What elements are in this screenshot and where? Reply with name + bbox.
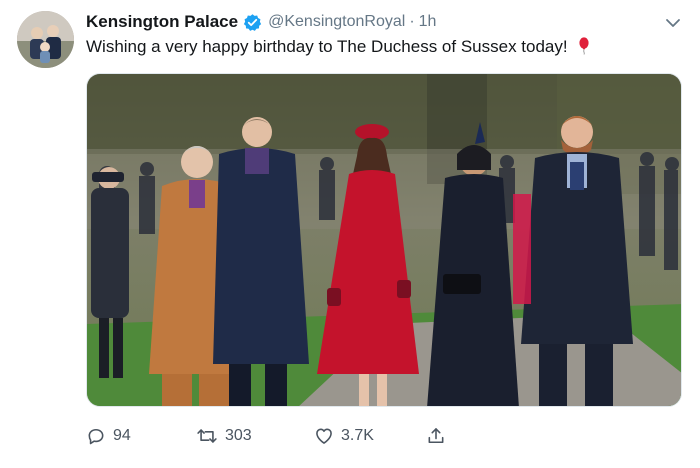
chevron-down-icon[interactable] [664,14,682,32]
tweet-photo[interactable] [86,73,682,407]
share-icon [426,426,446,446]
like-button[interactable]: 3.7K [314,426,374,446]
retweet-button[interactable]: 303 [196,426,252,446]
tweet: Kensington Palace @KensingtonRoyal · 1h … [0,0,700,468]
reply-icon [86,426,106,446]
verified-badge-icon [243,13,262,32]
separator-dot: · [409,13,415,30]
balloon-icon [578,37,590,55]
heart-icon [314,426,334,446]
reply-count: 94 [113,427,131,444]
tweet-timestamp[interactable]: 1h [419,13,437,31]
tweet-text-content: Wishing a very happy birthday to The Duc… [86,37,568,56]
tweet-text: Wishing a very happy birthday to The Duc… [86,37,590,57]
reply-button[interactable]: 94 [86,426,131,446]
retweet-count: 303 [225,427,252,444]
avatar[interactable] [17,11,74,68]
author-handle[interactable]: @KensingtonRoyal [268,13,405,31]
author-name[interactable]: Kensington Palace [86,12,238,32]
tweet-header: Kensington Palace @KensingtonRoyal · 1h [86,11,436,33]
like-count: 3.7K [341,427,374,444]
share-button[interactable] [426,426,446,446]
retweet-icon [196,426,218,446]
